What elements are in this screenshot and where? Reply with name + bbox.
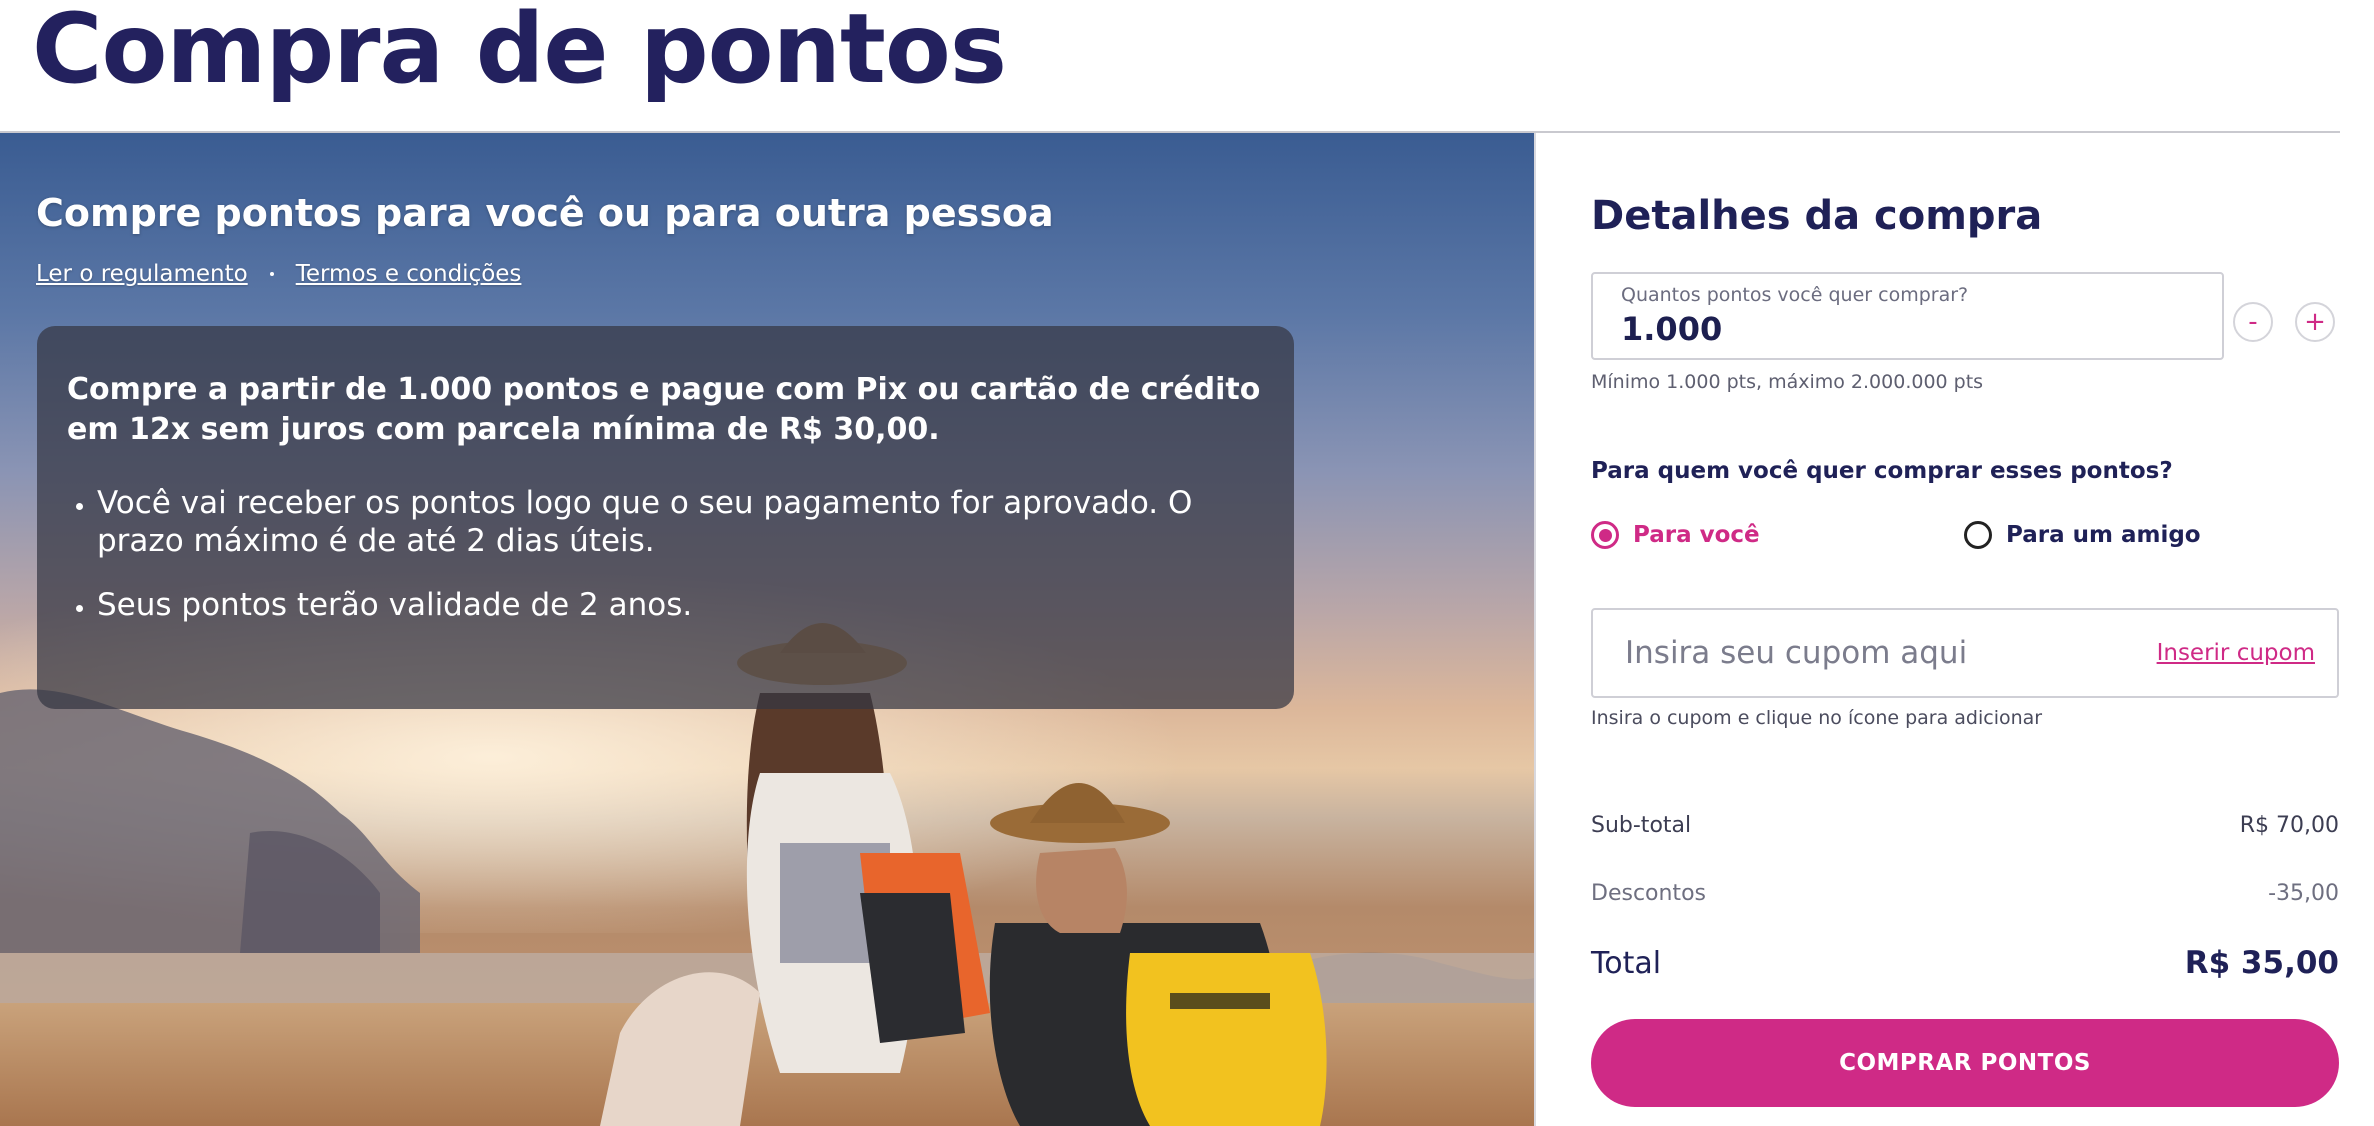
- total-label: Total: [1591, 946, 1662, 981]
- terms-link[interactable]: Termos e condições: [296, 261, 522, 287]
- coupon-input[interactable]: [1623, 634, 2107, 672]
- info-bullet-item: Você vai receber os pontos logo que o se…: [97, 484, 1264, 560]
- info-bullet-item: Seus pontos terão validade de 2 anos.: [97, 586, 1264, 624]
- points-quantity-field[interactable]: Quantos pontos você quer comprar? 1.000: [1591, 272, 2224, 360]
- radio-for-you-label: Para você: [1633, 522, 1760, 548]
- panel-title: Detalhes da compra: [1591, 193, 2043, 239]
- points-quantity-label: Quantos pontos você quer comprar?: [1621, 284, 1969, 306]
- insert-coupon-link[interactable]: Inserir cupom: [2157, 640, 2315, 666]
- discount-row: Descontos -35,00: [1591, 881, 2339, 906]
- radio-for-you[interactable]: Para você: [1591, 521, 1760, 549]
- points-quantity-hint: Mínimo 1.000 pts, máximo 2.000.000 pts: [1591, 371, 1984, 393]
- coupon-field: Inserir cupom: [1591, 608, 2339, 698]
- total-value: R$ 35,00: [2184, 945, 2339, 981]
- subtotal-row: Sub-total R$ 70,00: [1591, 813, 2339, 838]
- info-lead-text: Compre a partir de 1.000 pontos e pague …: [67, 372, 1261, 447]
- purchase-details-panel: Detalhes da compra Quantos pontos você q…: [1591, 133, 2339, 1126]
- hero-heading: Compre pontos para você ou para outra pe…: [36, 191, 1054, 235]
- coupon-hint: Insira o cupom e clique no ícone para ad…: [1591, 707, 2043, 729]
- page-title: Compra de pontos: [32, 0, 1007, 105]
- info-bullet-list: Você vai receber os pontos logo que o se…: [67, 484, 1264, 624]
- hero-links: Ler o regulamento Termos e condições: [36, 261, 521, 287]
- decrement-button[interactable]: -: [2233, 302, 2273, 342]
- discount-value: -35,00: [2268, 881, 2339, 906]
- radio-for-friend-label: Para um amigo: [2006, 522, 2201, 548]
- panel-divider: [1534, 133, 1536, 1126]
- points-quantity-value[interactable]: 1.000: [1621, 310, 2194, 348]
- subtotal-label: Sub-total: [1591, 813, 1692, 838]
- link-separator-dot: [269, 272, 274, 276]
- rules-link[interactable]: Ler o regulamento: [36, 261, 248, 287]
- radio-selected-icon[interactable]: [1591, 521, 1619, 549]
- buy-points-button[interactable]: COMPRAR PONTOS: [1591, 1019, 2339, 1107]
- recipient-question: Para quem você quer comprar esses pontos…: [1591, 458, 2173, 484]
- subtotal-value: R$ 70,00: [2239, 813, 2339, 838]
- increment-button[interactable]: +: [2295, 302, 2335, 342]
- info-card: Compre a partir de 1.000 pontos e pague …: [37, 326, 1294, 709]
- radio-unselected-icon[interactable]: [1964, 521, 1992, 549]
- total-row: Total R$ 35,00: [1591, 945, 2339, 981]
- radio-for-friend[interactable]: Para um amigo: [1964, 521, 2201, 549]
- discount-label: Descontos: [1591, 881, 1706, 906]
- hero-banner: Compre pontos para você ou para outra pe…: [0, 133, 1535, 1126]
